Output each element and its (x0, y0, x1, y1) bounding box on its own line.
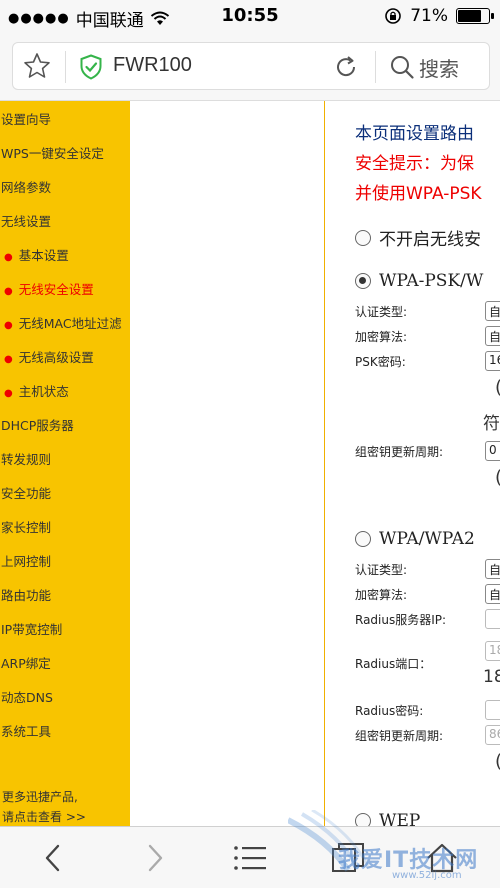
radius-port-input[interactable]: 18 (485, 641, 500, 661)
radius-password-label: Radius密码: (355, 704, 424, 718)
radius-ip-input[interactable] (485, 609, 500, 629)
sidebar-item-system-tools[interactable]: 系统工具 (1, 721, 51, 740)
sidebar-item-dhcp[interactable]: DHCP服务器 (1, 415, 74, 434)
rotation-lock-icon (385, 8, 402, 24)
option-wpa-wpa2[interactable]: WPA/WPA2 (355, 529, 475, 549)
wpa-group-key-hint: ( (495, 751, 500, 772)
blank-frame (130, 101, 324, 826)
wpa-encryption-select[interactable]: 自 (485, 584, 500, 604)
wpa-group-key-input[interactable]: 86 (485, 725, 500, 745)
radius-ip-label: Radius服务器IP: (355, 613, 447, 627)
battery-percent: 71% (410, 6, 448, 26)
sidebar-item-wireless[interactable]: 无线设置 (1, 211, 51, 230)
radio-wep[interactable] (355, 813, 371, 826)
more-products-link[interactable]: 更多迅捷产品, 请点击查看 >> (2, 787, 86, 826)
sidebar-item-routing[interactable]: 路由功能 (1, 585, 51, 604)
address-bar[interactable]: FWR100 搜索 (12, 42, 490, 90)
option-disable-wireless-security[interactable]: 不开启无线安 (355, 225, 481, 250)
psk-auth-type-select[interactable]: 自 (485, 301, 500, 321)
radius-port-hint-fragment: 18 (483, 667, 500, 687)
security-warning-line1: 安全提示：为保 (355, 154, 474, 174)
sidebar-item-bandwidth[interactable]: IP带宽控制 (1, 619, 62, 638)
sidebar-item-access-control[interactable]: 上网控制 (1, 551, 51, 570)
radio-wpa-psk[interactable] (355, 273, 371, 289)
psk-group-key-input[interactable]: 0 (485, 441, 500, 461)
wpa-encryption-label: 加密算法: (355, 588, 408, 602)
option-wpa-psk-label: WPA-PSK/W (379, 271, 484, 291)
bookmark-star-icon[interactable] (23, 52, 51, 80)
bullet-icon: ● (4, 252, 13, 263)
forward-icon[interactable] (136, 841, 172, 875)
bullet-icon: ● (4, 320, 13, 331)
radius-password-input[interactable] (485, 700, 500, 720)
security-warning-line2: 并使用WPA-PSK (355, 184, 482, 204)
option-disable-label: 不开启无线安 (379, 230, 481, 250)
back-icon[interactable] (36, 841, 72, 875)
address-divider (65, 51, 66, 83)
sidebar-item-forwarding[interactable]: 转发规则 (1, 449, 51, 468)
option-wpa-psk[interactable]: WPA-PSK/W (355, 271, 483, 291)
secure-shield-icon (80, 54, 102, 80)
search-icon[interactable] (389, 54, 415, 80)
reload-icon[interactable] (333, 54, 359, 80)
sidebar-item-security[interactable]: 安全功能 (1, 483, 51, 502)
sidebar-item-wireless-security[interactable]: ● 无线安全设置 (4, 279, 94, 298)
web-content: 设置向导 WPS一键安全设定 网络参数 无线设置 ● 基本设置 ● 无线安全设置 ●… (0, 100, 500, 826)
psk-password-input[interactable]: 16 (485, 351, 500, 371)
wireless-security-panel: 本页面设置路由 安全提示：为保 并使用WPA-PSK 不开启无线安 WPA-PS… (324, 101, 500, 826)
page-description: 本页面设置路由 (355, 124, 474, 144)
psk-password-hint: ( (495, 377, 500, 398)
sidebar-item-mac-filter[interactable]: ● 无线MAC地址过滤 (4, 313, 122, 332)
radio-disable[interactable] (355, 229, 371, 246)
wpa-group-key-label: 组密钥更新周期: (355, 729, 444, 743)
status-bar: ●●●●● 中国联通 10:55 71% (0, 0, 500, 34)
battery-fill (458, 10, 481, 22)
wpa-auth-type-label: 认证类型: (355, 563, 408, 577)
option-wep[interactable]: WEP (355, 811, 420, 826)
psk-password-label: PSK密码: (355, 355, 406, 369)
sidebar-item-parental-control[interactable]: 家长控制 (1, 517, 51, 536)
psk-password-hint-fragment: 符 (483, 414, 500, 434)
more-line-1: 更多迅捷产品, (2, 790, 78, 804)
psk-encryption-select[interactable]: 自 (485, 326, 500, 346)
radius-port-label: Radius端口： (355, 657, 432, 671)
sidebar-item-host-status[interactable]: ● 主机状态 (4, 381, 69, 400)
bullet-icon: ● (4, 354, 13, 365)
search-button[interactable]: 搜索 (419, 53, 459, 82)
psk-group-key-label: 组密钥更新周期: (355, 445, 444, 459)
status-right: 71% (384, 6, 494, 26)
option-wpa-wpa2-label: WPA/WPA2 (379, 529, 475, 549)
psk-encryption-label: 加密算法: (355, 330, 408, 344)
psk-auth-type-label: 认证类型: (355, 305, 408, 319)
watermark-url: www.52ij.com (392, 870, 462, 881)
option-wep-label: WEP (379, 811, 421, 826)
sidebar-item-wps[interactable]: WPS一键安全设定 (1, 143, 104, 162)
wpa-auth-type-select[interactable]: 自 (485, 559, 500, 579)
more-line-2: 请点击查看 >> (2, 810, 86, 824)
bullet-icon: ● (4, 388, 13, 399)
menu-list-icon[interactable] (232, 841, 268, 875)
bullet-icon: ● (4, 286, 13, 297)
sidebar-item-network[interactable]: 网络参数 (1, 177, 51, 196)
sidebar-item-arp[interactable]: ARP绑定 (1, 653, 51, 672)
radio-wpa-wpa2[interactable] (355, 531, 371, 547)
search-divider (375, 51, 376, 83)
sidebar-item-wireless-advanced[interactable]: ● 无线高级设置 (4, 347, 94, 366)
psk-group-key-hint: ( (495, 467, 500, 488)
battery-icon (456, 8, 494, 24)
url-text[interactable]: FWR100 (113, 54, 192, 77)
sidebar-item-setup-wizard[interactable]: 设置向导 (1, 109, 51, 128)
sidebar-item-ddns[interactable]: 动态DNS (1, 687, 53, 706)
router-menu-sidebar: 设置向导 WPS一键安全设定 网络参数 无线设置 ● 基本设置 ● 无线安全设置 ●… (0, 101, 130, 826)
sidebar-item-basic-settings[interactable]: ● 基本设置 (4, 245, 69, 264)
